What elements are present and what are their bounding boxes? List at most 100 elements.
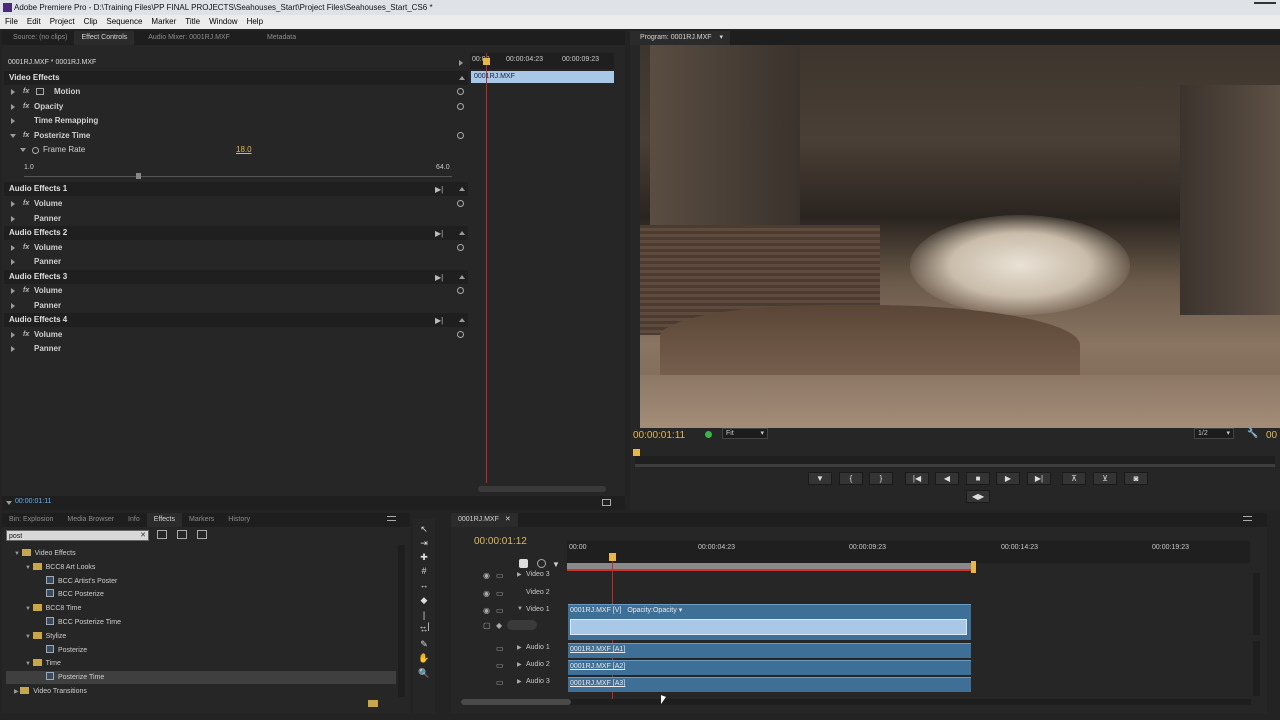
rolling-edit-tool-icon[interactable]: #: [418, 566, 430, 577]
reset-icon[interactable]: [457, 244, 464, 251]
ripple-edit-tool-icon[interactable]: ✚: [418, 552, 430, 563]
expand-icon[interactable]: [11, 288, 15, 294]
panel-menu-icon[interactable]: [387, 516, 396, 521]
32bit-effects-icon[interactable]: [177, 530, 187, 539]
eye-icon[interactable]: ◉: [483, 571, 490, 580]
effects-search-field[interactable]: ✕: [6, 530, 149, 541]
menu-file[interactable]: File: [5, 15, 18, 29]
fx-icon[interactable]: fx: [23, 85, 29, 99]
expand-icon[interactable]: [11, 346, 15, 352]
expand-icon[interactable]: [11, 216, 15, 222]
expand-icon[interactable]: [11, 201, 15, 207]
audio-clip-a2[interactable]: 0001RJ.MXF [A2]: [568, 660, 971, 675]
ec-export-icon[interactable]: [602, 499, 611, 506]
add-marker-icon[interactable]: ▼: [552, 560, 560, 569]
pen-tool-icon[interactable]: ✎: [418, 639, 430, 650]
fx-icon[interactable]: fx: [23, 129, 29, 143]
tab-program[interactable]: Program: 0001RJ.MXF ▾: [630, 31, 731, 45]
reset-icon[interactable]: [457, 88, 464, 95]
timeline-playhead-marker[interactable]: [609, 553, 616, 561]
audio-3-panner[interactable]: Panner: [4, 299, 468, 313]
audio-1-volume[interactable]: fx Volume: [4, 197, 468, 211]
slip-tool-icon[interactable]: |↔|: [418, 610, 430, 631]
tab-history[interactable]: History: [221, 513, 257, 527]
work-area-bar[interactable]: [567, 563, 974, 571]
tab-effects[interactable]: Effects: [146, 513, 183, 527]
expand-opacity-icon[interactable]: [11, 104, 15, 110]
window-controls[interactable]: [1254, 2, 1276, 12]
trim-monitor-button[interactable]: ◀▶: [966, 490, 990, 503]
timeline-ruler[interactable]: [567, 541, 1250, 563]
tree-effect-item[interactable]: BCC Artist's Poster: [6, 575, 396, 588]
eye-icon[interactable]: ◉: [483, 589, 490, 598]
menu-project[interactable]: Project: [50, 15, 75, 29]
track-select-tool-icon[interactable]: ⇥: [418, 538, 430, 549]
program-scrub-bar[interactable]: [635, 456, 1275, 464]
tree-effect-item[interactable]: Posterize: [6, 644, 396, 657]
program-video-frame[interactable]: [640, 45, 1280, 428]
collapse-frame-rate-icon[interactable]: [20, 148, 26, 152]
frame-rate-slider-track[interactable]: [24, 176, 452, 177]
timeline-zoom-handle[interactable]: [461, 699, 571, 705]
audio-play-icon[interactable]: ▶|: [435, 273, 443, 282]
audio-clip-a1[interactable]: 0001RJ.MXF [A1]: [568, 643, 971, 658]
work-area-end-handle[interactable]: [971, 561, 976, 573]
fx-icon[interactable]: fx: [23, 100, 29, 114]
reset-icon[interactable]: [457, 103, 464, 110]
resolution-dropdown[interactable]: 1/2 ▾: [1194, 428, 1234, 439]
keyframe-toggle[interactable]: [507, 620, 537, 630]
expand-track-icon[interactable]: ▶: [517, 644, 522, 651]
stop-button[interactable]: ■: [966, 472, 990, 485]
collapse-audio-4-icon[interactable]: [459, 318, 465, 322]
ec-current-timecode[interactable]: 00:00:01:11: [15, 498, 51, 505]
collapse-audio-3-icon[interactable]: [459, 275, 465, 279]
timeline-timecode[interactable]: 00:00:01:12: [474, 536, 527, 547]
fx-icon[interactable]: fx: [23, 284, 29, 298]
ec-playhead[interactable]: [486, 53, 487, 483]
effect-opacity[interactable]: fx Opacity: [4, 100, 468, 114]
collapse-track-icon[interactable]: ▼: [517, 606, 523, 612]
zoom-tool-icon[interactable]: 🔍: [418, 668, 430, 679]
audio-2-volume[interactable]: fx Volume: [4, 241, 468, 255]
collapse-audio-2-icon[interactable]: [459, 231, 465, 235]
collapse-icon[interactable]: ▼: [14, 551, 22, 557]
tab-bin-explosion[interactable]: Bin: Explosion: [2, 513, 60, 527]
accelerated-effects-icon[interactable]: [157, 530, 167, 539]
expand-time-remapping-icon[interactable]: [11, 118, 15, 124]
expand-track-icon[interactable]: ▶: [517, 661, 522, 668]
audio-4-panner[interactable]: Panner: [4, 342, 468, 356]
collapse-icon[interactable]: ▼: [25, 565, 33, 571]
expand-track-icon[interactable]: ▶: [517, 678, 522, 685]
mark-in-button[interactable]: {: [839, 472, 863, 485]
reset-icon[interactable]: [457, 287, 464, 294]
film-icon[interactable]: ▭: [496, 589, 504, 598]
tree-folder[interactable]: ▶ Video Transitions: [6, 685, 396, 698]
mark-out-button[interactable]: }: [869, 472, 893, 485]
step-forward-button[interactable]: ▶: [996, 472, 1020, 485]
fx-icon[interactable]: fx: [23, 328, 29, 342]
menu-window[interactable]: Window: [209, 15, 237, 29]
snap-icon[interactable]: [519, 559, 528, 568]
expand-icon[interactable]: [11, 332, 15, 338]
extract-button[interactable]: ⊻: [1093, 472, 1117, 485]
video-clip[interactable]: 0001RJ.MXF [V] Opacity:Opacity ▾: [568, 604, 971, 640]
reset-icon[interactable]: [457, 132, 464, 139]
menu-title[interactable]: Title: [185, 15, 200, 29]
razor-tool-icon[interactable]: ◆: [418, 595, 430, 606]
transform-icon[interactable]: [36, 88, 44, 95]
menu-sequence[interactable]: Sequence: [106, 15, 142, 29]
tab-menu-icon[interactable]: ▾: [720, 34, 724, 41]
step-back-button[interactable]: ◀: [935, 472, 959, 485]
audio-4-volume[interactable]: fx Volume: [4, 328, 468, 342]
audio-play-icon[interactable]: ▶|: [435, 316, 443, 325]
selection-tool-icon[interactable]: ↖: [418, 524, 430, 535]
menu-help[interactable]: Help: [247, 15, 263, 29]
collapse-icon[interactable]: ▼: [25, 606, 33, 612]
frame-rate-slider-thumb[interactable]: [136, 173, 141, 179]
effect-time-remapping[interactable]: Time Remapping: [4, 114, 468, 128]
tree-folder[interactable]: ▼ Video Effects: [6, 547, 396, 560]
tab-info[interactable]: Info: [121, 513, 147, 527]
video-clip-fx-label[interactable]: Opacity:Opacity: [627, 607, 676, 614]
audio-play-icon[interactable]: ▶|: [435, 185, 443, 194]
reset-icon[interactable]: [457, 200, 464, 207]
